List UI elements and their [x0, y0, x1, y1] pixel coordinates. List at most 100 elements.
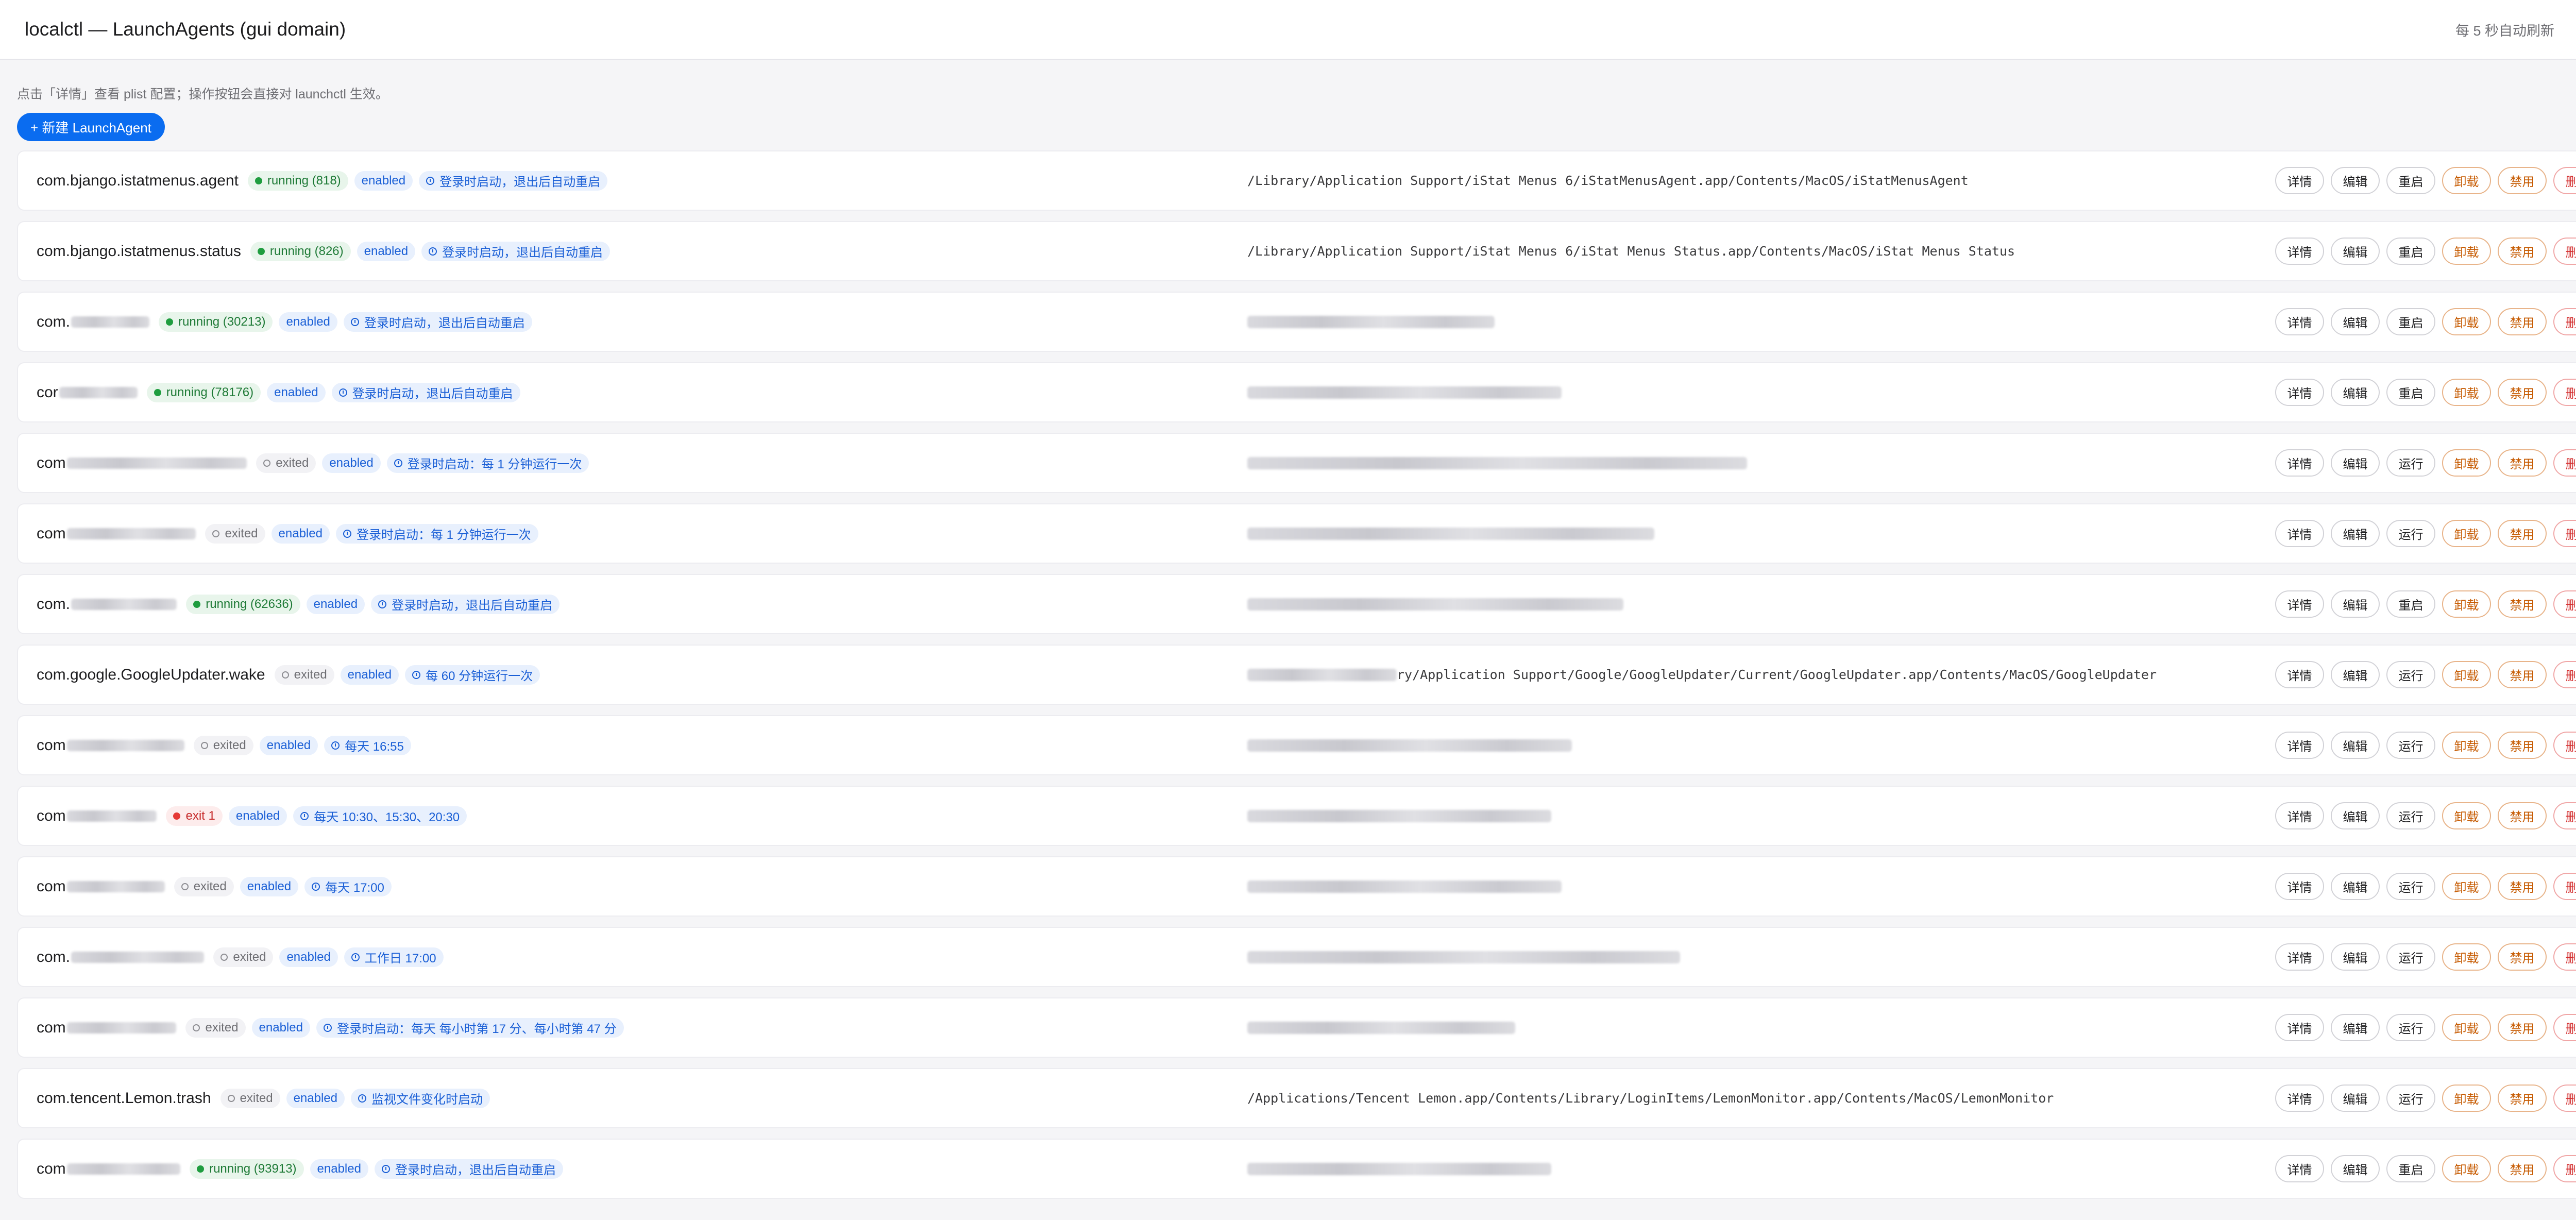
delete-button[interactable]: 删除 — [2553, 590, 2576, 618]
program-path — [1247, 386, 1562, 399]
run-button[interactable]: 运行 — [2386, 1014, 2435, 1041]
run-button[interactable]: 运行 — [2386, 873, 2435, 900]
run-button[interactable]: 运行 — [2386, 1085, 2435, 1112]
edit-button[interactable]: 编辑 — [2331, 379, 2380, 406]
enabled-badge: enabled — [251, 1018, 310, 1038]
row-actions: 详情编辑重启卸载禁用删除 — [2275, 308, 2576, 335]
edit-button[interactable]: 编辑 — [2331, 520, 2380, 547]
edit-button[interactable]: 编辑 — [2331, 873, 2380, 900]
delete-button[interactable]: 删除 — [2553, 1155, 2576, 1182]
details-button[interactable]: 详情 — [2275, 661, 2324, 688]
agent-label-text: com — [37, 736, 66, 754]
disable-button[interactable]: 禁用 — [2498, 167, 2547, 194]
unload-button[interactable]: 卸载 — [2442, 308, 2491, 335]
disable-button[interactable]: 禁用 — [2498, 520, 2547, 547]
details-button[interactable]: 详情 — [2275, 1014, 2324, 1041]
details-button[interactable]: 详情 — [2275, 238, 2324, 265]
run-button[interactable]: 运行 — [2386, 802, 2435, 829]
unload-button[interactable]: 卸载 — [2442, 449, 2491, 477]
details-button[interactable]: 详情 — [2275, 1155, 2324, 1182]
unload-button[interactable]: 卸载 — [2442, 873, 2491, 900]
details-button[interactable]: 详情 — [2275, 943, 2324, 971]
edit-button[interactable]: 编辑 — [2331, 449, 2380, 477]
run-button[interactable]: 运行 — [2386, 661, 2435, 688]
edit-button[interactable]: 编辑 — [2331, 943, 2380, 971]
delete-button[interactable]: 删除 — [2553, 732, 2576, 759]
unload-button[interactable]: 卸载 — [2442, 520, 2491, 547]
disable-button[interactable]: 禁用 — [2498, 449, 2547, 477]
agent-label: com — [37, 737, 184, 754]
agent-chips: exited enabled 每天 16:55 — [193, 735, 411, 755]
edit-button[interactable]: 编辑 — [2331, 238, 2380, 265]
disable-button[interactable]: 禁用 — [2498, 308, 2547, 335]
unload-button[interactable]: 卸载 — [2442, 802, 2491, 829]
delete-button[interactable]: 删除 — [2553, 379, 2576, 406]
delete-button[interactable]: 删除 — [2553, 449, 2576, 477]
edit-button[interactable]: 编辑 — [2331, 661, 2380, 688]
app-header: localctl — LaunchAgents (gui domain) 每 5… — [0, 0, 2576, 60]
exited-status-dot-icon — [212, 530, 220, 537]
delete-button[interactable]: 删除 — [2553, 873, 2576, 900]
restart-button[interactable]: 重启 — [2386, 167, 2435, 194]
disable-button[interactable]: 禁用 — [2498, 873, 2547, 900]
edit-button[interactable]: 编辑 — [2331, 590, 2380, 618]
details-button[interactable]: 详情 — [2275, 732, 2324, 759]
delete-button[interactable]: 删除 — [2553, 943, 2576, 971]
edit-button[interactable]: 编辑 — [2331, 1085, 2380, 1112]
run-button[interactable]: 运行 — [2386, 449, 2435, 477]
restart-button[interactable]: 重启 — [2386, 308, 2435, 335]
unload-button[interactable]: 卸载 — [2442, 1155, 2491, 1182]
delete-button[interactable]: 删除 — [2553, 1085, 2576, 1112]
edit-button[interactable]: 编辑 — [2331, 802, 2380, 829]
unload-button[interactable]: 卸载 — [2442, 943, 2491, 971]
delete-button[interactable]: 删除 — [2553, 661, 2576, 688]
details-button[interactable]: 详情 — [2275, 520, 2324, 547]
disable-button[interactable]: 禁用 — [2498, 732, 2547, 759]
restart-button[interactable]: 重启 — [2386, 1155, 2435, 1182]
restart-button[interactable]: 重启 — [2386, 379, 2435, 406]
disable-button[interactable]: 禁用 — [2498, 661, 2547, 688]
unload-button[interactable]: 卸载 — [2442, 590, 2491, 618]
details-button[interactable]: 详情 — [2275, 802, 2324, 829]
unload-button[interactable]: 卸载 — [2442, 238, 2491, 265]
details-button[interactable]: 详情 — [2275, 449, 2324, 477]
delete-button[interactable]: 删除 — [2553, 308, 2576, 335]
details-button[interactable]: 详情 — [2275, 873, 2324, 900]
disable-button[interactable]: 禁用 — [2498, 379, 2547, 406]
run-button[interactable]: 运行 — [2386, 520, 2435, 547]
disable-button[interactable]: 禁用 — [2498, 802, 2547, 829]
new-launchagent-button[interactable]: + 新建 LaunchAgent — [17, 113, 165, 141]
details-button[interactable]: 详情 — [2275, 308, 2324, 335]
disable-button[interactable]: 禁用 — [2498, 1085, 2547, 1112]
details-button[interactable]: 详情 — [2275, 379, 2324, 406]
details-button[interactable]: 详情 — [2275, 1085, 2324, 1112]
unload-button[interactable]: 卸载 — [2442, 167, 2491, 194]
details-button[interactable]: 详情 — [2275, 590, 2324, 618]
edit-button[interactable]: 编辑 — [2331, 732, 2380, 759]
restart-button[interactable]: 重启 — [2386, 238, 2435, 265]
unload-button[interactable]: 卸载 — [2442, 1085, 2491, 1112]
delete-button[interactable]: 删除 — [2553, 520, 2576, 547]
agent-list: com.bjango.istatmenus.agent running (818)… — [17, 150, 2576, 1199]
unload-button[interactable]: 卸载 — [2442, 732, 2491, 759]
disable-button[interactable]: 禁用 — [2498, 1155, 2547, 1182]
disable-button[interactable]: 禁用 — [2498, 238, 2547, 265]
restart-button[interactable]: 重启 — [2386, 590, 2435, 618]
edit-button[interactable]: 编辑 — [2331, 1014, 2380, 1041]
disable-button[interactable]: 禁用 — [2498, 943, 2547, 971]
unload-button[interactable]: 卸载 — [2442, 379, 2491, 406]
run-button[interactable]: 运行 — [2386, 943, 2435, 971]
unload-button[interactable]: 卸载 — [2442, 661, 2491, 688]
delete-button[interactable]: 删除 — [2553, 802, 2576, 829]
edit-button[interactable]: 编辑 — [2331, 1155, 2380, 1182]
run-button[interactable]: 运行 — [2386, 732, 2435, 759]
disable-button[interactable]: 禁用 — [2498, 590, 2547, 618]
delete-button[interactable]: 删除 — [2553, 167, 2576, 194]
unload-button[interactable]: 卸载 — [2442, 1014, 2491, 1041]
edit-button[interactable]: 编辑 — [2331, 308, 2380, 335]
delete-button[interactable]: 删除 — [2553, 238, 2576, 265]
disable-button[interactable]: 禁用 — [2498, 1014, 2547, 1041]
delete-button[interactable]: 删除 — [2553, 1014, 2576, 1041]
edit-button[interactable]: 编辑 — [2331, 167, 2380, 194]
details-button[interactable]: 详情 — [2275, 167, 2324, 194]
